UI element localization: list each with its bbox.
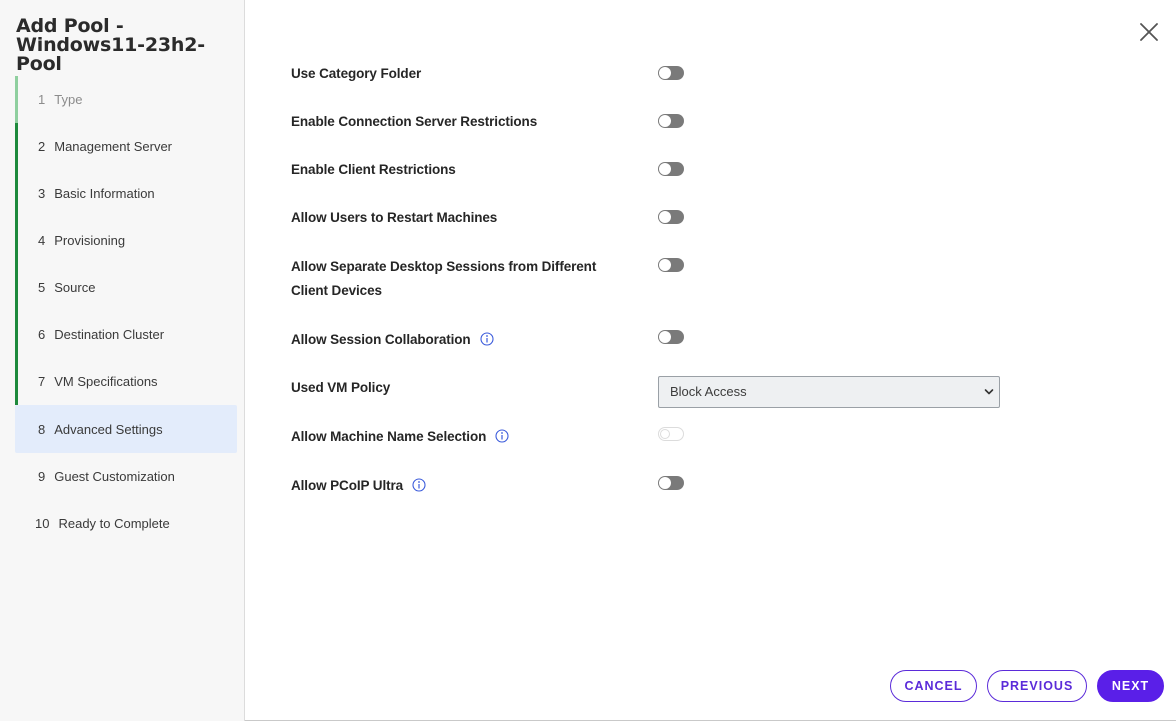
step-label: Type	[54, 92, 83, 107]
step-number: 2	[38, 139, 46, 154]
step-label: Guest Customization	[54, 469, 175, 484]
setting-label: Used VM Policy	[291, 380, 391, 395]
step-label: VM Specifications	[54, 374, 158, 389]
setting-label-text: Allow PCoIP Ultra	[291, 478, 404, 493]
step-vm-specifications[interactable]: 7 VM Specifications	[15, 358, 237, 405]
step-basic-information[interactable]: 3 Basic Information	[15, 170, 237, 217]
step-source[interactable]: 5 Source	[15, 264, 237, 311]
close-button[interactable]	[1139, 22, 1159, 42]
step-number: 1	[38, 92, 46, 107]
step-management-server[interactable]: 2 Management Server	[15, 123, 237, 170]
step-label: Destination Cluster	[54, 327, 165, 342]
step-ready-to-complete[interactable]: 10 Ready to Complete	[15, 500, 237, 547]
step-number: 10	[35, 516, 50, 531]
step-type[interactable]: 1 Type	[15, 76, 237, 123]
step-guest-customization[interactable]: 9 Guest Customization	[15, 453, 237, 500]
step-number: 7	[38, 374, 46, 389]
setting-label: Enable Connection Server Restrictions	[291, 114, 538, 129]
step-number: 5	[38, 280, 46, 295]
step-destination-cluster[interactable]: 6 Destination Cluster	[15, 311, 237, 358]
next-button[interactable]: NEXT	[1097, 670, 1164, 702]
cancel-button[interactable]: CANCEL	[890, 670, 977, 702]
allow-pcoip-ultra-toggle[interactable]	[658, 476, 684, 490]
client-restrictions-toggle[interactable]	[658, 162, 684, 176]
setting-label-text: Allow Session Collaboration	[291, 332, 471, 347]
info-icon[interactable]	[412, 478, 426, 492]
setting-label: Allow Users to Restart Machines	[291, 210, 498, 225]
setting-label: Allow PCoIP Ultra	[291, 474, 621, 498]
step-advanced-settings[interactable]: 8 Advanced Settings	[15, 405, 237, 453]
step-label: Source	[54, 280, 96, 295]
step-label: Management Server	[54, 139, 173, 154]
step-label: Provisioning	[54, 233, 126, 248]
used-vm-policy-value: Block Access	[670, 384, 747, 399]
setting-label: Allow Machine Name Selection	[291, 425, 621, 449]
add-pool-dialog: Add Pool - Windows11-23h2-Pool 1 Type 2 …	[0, 0, 1176, 721]
previous-button[interactable]: PREVIOUS	[987, 670, 1087, 702]
setting-label: Allow Separate Desktop Sessions from Dif…	[291, 259, 597, 298]
step-provisioning[interactable]: 4 Provisioning	[15, 217, 237, 264]
step-label: Basic Information	[54, 186, 155, 201]
wizard-steps: 1 Type 2 Management Server 3 Basic Infor…	[15, 76, 237, 547]
step-label: Advanced Settings	[54, 421, 163, 437]
allow-session-collaboration-toggle[interactable]	[658, 330, 684, 344]
step-number: 6	[38, 327, 46, 342]
setting-label: Allow Session Collaboration	[291, 328, 621, 352]
step-label: Ready to Complete	[58, 516, 170, 531]
step-number: 9	[38, 469, 46, 484]
allow-users-restart-toggle[interactable]	[658, 210, 684, 224]
wizard-sidebar: Add Pool - Windows11-23h2-Pool 1 Type 2 …	[0, 0, 245, 721]
step-number: 3	[38, 186, 46, 201]
chevron-down-icon	[984, 389, 994, 395]
allow-separate-sessions-toggle[interactable]	[658, 258, 684, 272]
connection-server-restrictions-toggle[interactable]	[658, 114, 684, 128]
used-vm-policy-select[interactable]: Block Access	[658, 376, 1000, 408]
step-number: 4	[38, 233, 46, 248]
use-category-folder-toggle[interactable]	[658, 66, 684, 80]
close-icon	[1140, 23, 1158, 41]
info-icon[interactable]	[480, 332, 494, 346]
dialog-title: Add Pool - Windows11-23h2-Pool	[16, 15, 205, 75]
info-icon[interactable]	[495, 429, 509, 443]
setting-label-text: Allow Machine Name Selection	[291, 429, 487, 444]
allow-machine-name-selection-toggle[interactable]	[658, 427, 684, 441]
setting-label: Enable Client Restrictions	[291, 162, 456, 177]
setting-label: Use Category Folder	[291, 66, 422, 81]
step-number: 8	[38, 421, 46, 437]
